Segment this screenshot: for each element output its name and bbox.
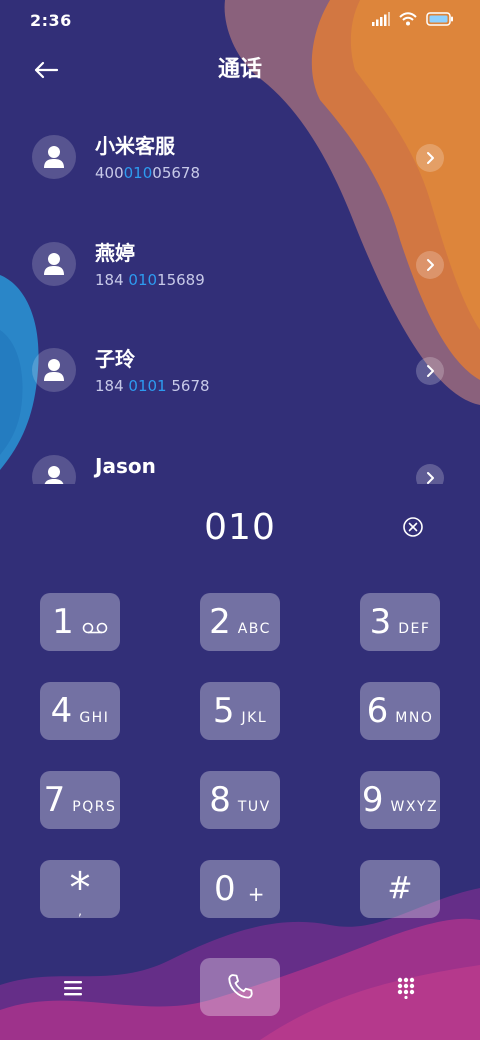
key-9[interactable]: 9 WXYZ [360,771,440,829]
key-8[interactable]: 8 TUV [200,771,280,829]
key-3[interactable]: 3 DEF [360,593,440,651]
contact-item[interactable]: 燕婷 184 01015689 [0,217,480,297]
wifi-icon [399,12,417,26]
keypad-toggle-button[interactable] [386,968,426,1008]
key-digit: 1 [52,602,74,642]
avatar [32,135,76,179]
key-digit: 0 [214,869,236,909]
key-digit: * [69,863,91,912]
status-time: 2:36 [30,11,72,30]
avatar [32,455,76,484]
contact-name: Jason [95,454,156,478]
key-digit: 2 [209,602,231,642]
page-title: 通话 [217,57,262,82]
contact-name: 子玲 [95,347,135,371]
battery-icon [426,12,453,26]
key-6[interactable]: 6 MNO [360,682,440,740]
key-digit: 4 [50,691,73,731]
contact-number: 40001005678 [95,164,200,182]
contact-number: 184 0101 5678 [95,377,210,395]
clear-input-button[interactable] [400,514,426,540]
contact-suggestion-list: 小米客服 40001005678 燕婷 184 01015689 子玲 184 … [0,110,480,484]
keypad-icon [397,977,415,999]
contact-name: 燕婷 [95,241,135,265]
phone-icon [228,974,253,999]
person-icon [44,253,64,275]
key-digit: 8 [209,780,231,820]
contact-detail-button[interactable] [416,144,444,172]
avatar [32,348,76,392]
menu-button[interactable] [53,968,93,1008]
person-icon [44,466,64,484]
status-icons [372,12,454,26]
key-letters: TUV [237,799,271,815]
chevron-right-icon [427,259,434,271]
person-icon [44,359,64,381]
key-letters: ABC [237,621,271,637]
voicemail-icon [82,622,108,634]
key-digit: 7 [43,780,66,820]
contact-item[interactable]: 小米客服 40001005678 [0,110,480,190]
key-letters: GHI [79,710,110,726]
clear-circle-x-icon [403,517,423,537]
chevron-right-icon [427,365,434,377]
key-letters: WXYZ [390,799,439,815]
key-letters: PQRS [72,799,117,815]
key-7[interactable]: 7 PQRS [40,771,120,829]
key-letters: JKL [241,710,268,726]
key-letters: DEF [398,621,431,637]
key-digit: 6 [366,691,389,731]
key-star[interactable]: * , [40,860,120,918]
contact-name: 小米客服 [95,134,175,158]
contact-detail-button[interactable] [416,464,444,484]
key-digit: 5 [212,691,235,731]
key-digit: 9 [361,780,384,820]
key-1[interactable]: 1 [40,593,120,651]
key-4[interactable]: 4 GHI [40,682,120,740]
key-5[interactable]: 5 JKL [200,682,280,740]
chevron-right-icon [427,152,434,164]
key-letters: , [78,904,82,918]
key-letters: MNO [395,710,434,726]
avatar [32,242,76,286]
menu-icon [64,981,82,996]
key-digit: # [387,871,413,906]
key-letters: + [247,882,266,906]
contact-number: 184 01015689 [95,271,205,289]
call-button[interactable] [200,958,280,1016]
key-0[interactable]: 0 + [200,860,280,918]
signal-icon [372,12,390,26]
key-digit: 3 [369,602,392,642]
key-hash[interactable]: # [360,860,440,918]
contact-item[interactable]: Jason [0,430,480,484]
person-icon [44,146,64,168]
key-2[interactable]: 2 ABC [200,593,280,651]
contact-item[interactable]: 子玲 184 0101 5678 [0,323,480,403]
contact-detail-button[interactable] [416,251,444,279]
chevron-right-icon [427,472,434,484]
contact-detail-button[interactable] [416,357,444,385]
